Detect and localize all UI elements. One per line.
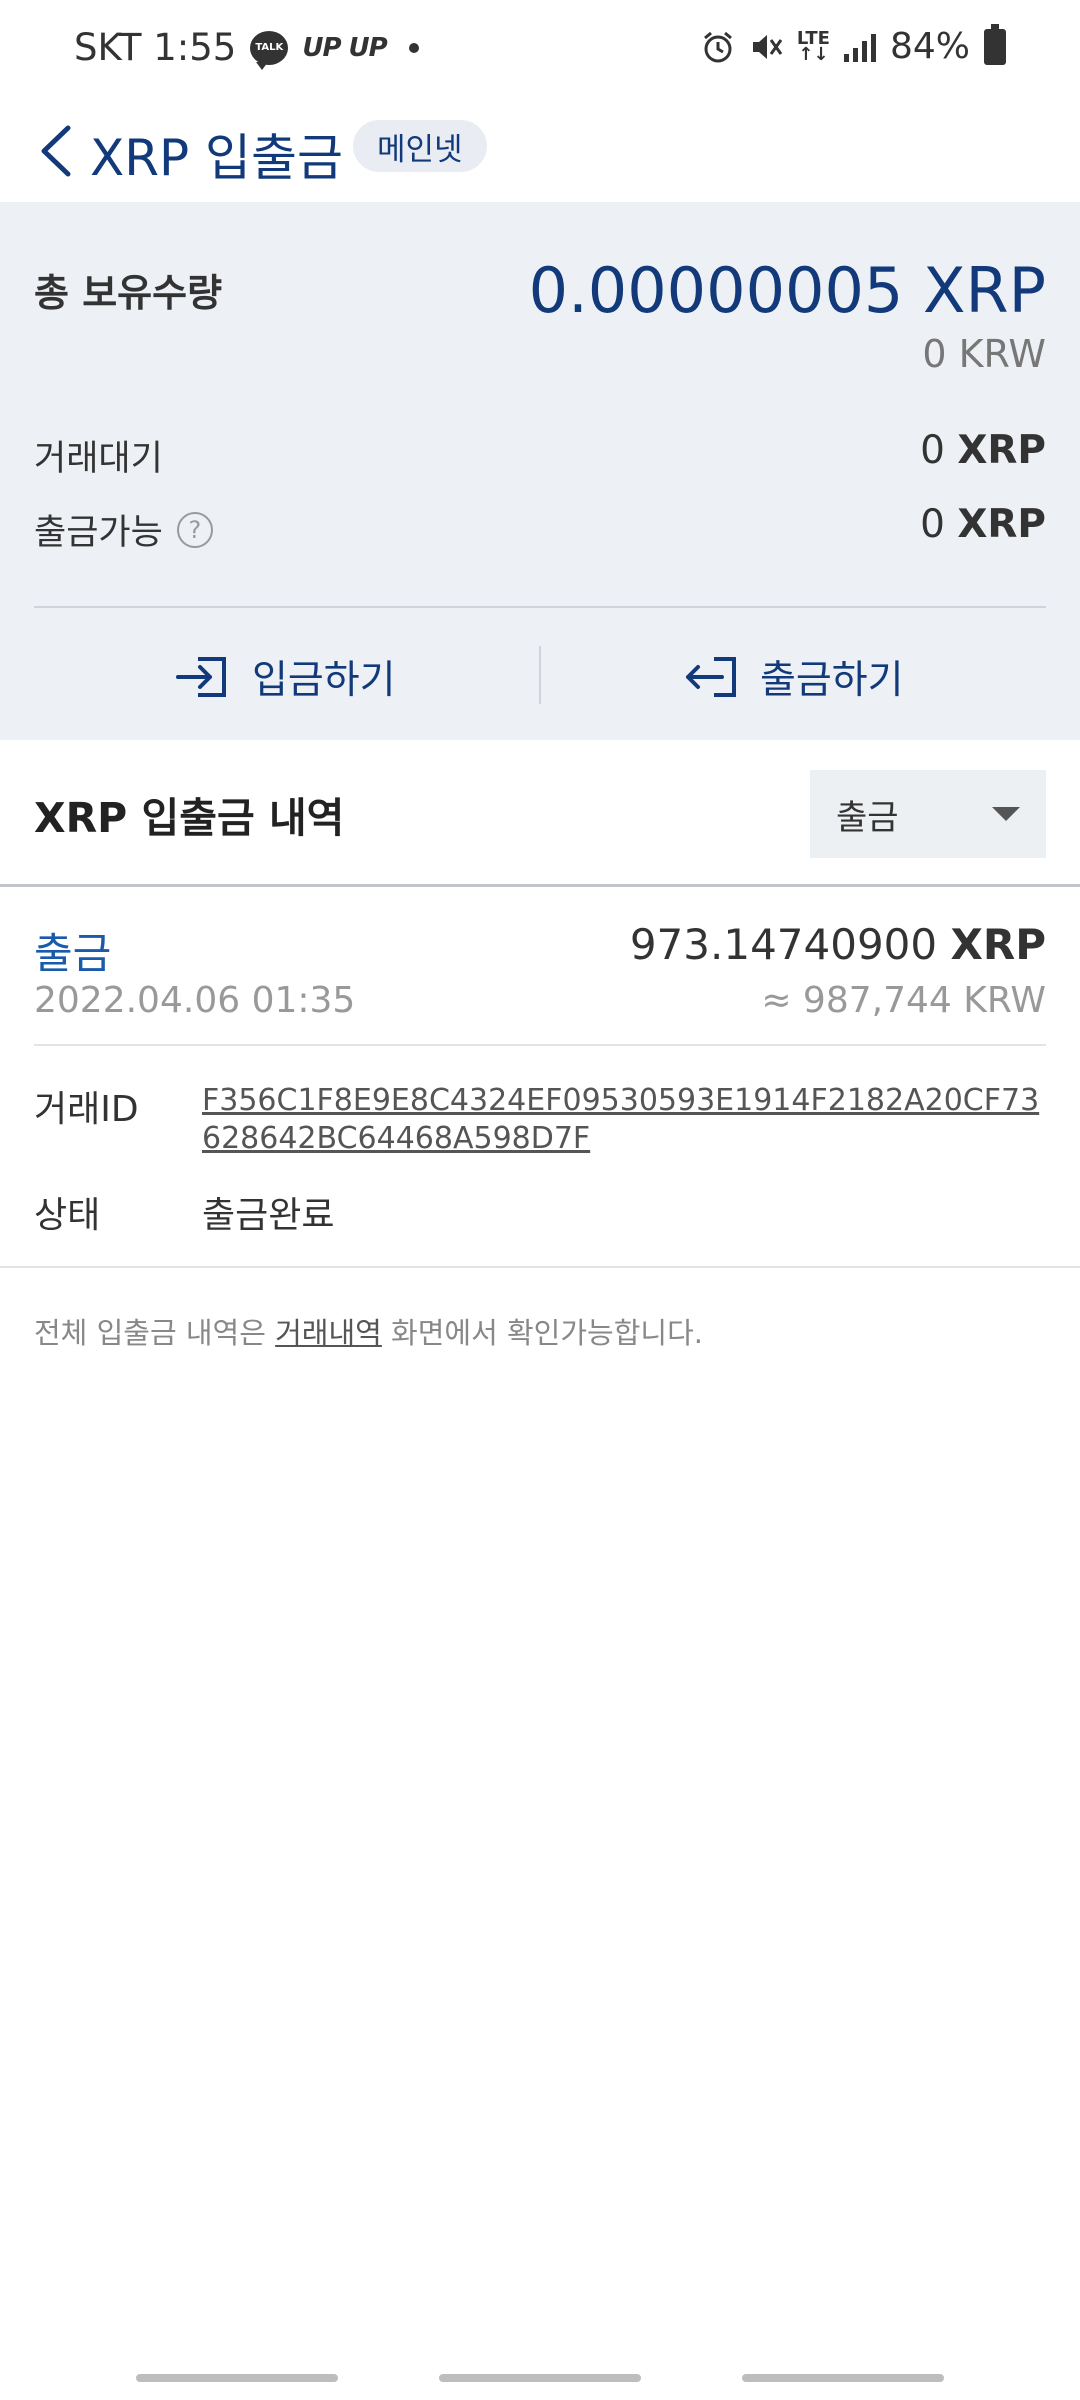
- summary-divider: [34, 606, 1046, 608]
- status-right: LTE ↑↓ 84%: [701, 23, 1006, 67]
- transaction-type: 출금: [34, 929, 112, 978]
- history-title: XRP 입출금 내역: [34, 794, 345, 842]
- status-label: 상태: [34, 1195, 101, 1236]
- history-note: 전체 입출금 내역은 거래내역 화면에서 확인가능합니다.: [34, 1316, 703, 1350]
- deposit-arrow-icon: [176, 657, 226, 697]
- action-divider: [539, 646, 541, 704]
- total-holding-krw: 0 KRW: [922, 332, 1046, 376]
- available-label: 출금가능: [34, 513, 163, 553]
- withdraw-button[interactable]: 출금하기: [682, 622, 904, 732]
- withdraw-label: 출금하기: [760, 658, 904, 703]
- bottom-divider: [0, 1266, 1080, 1268]
- transaction-history-link[interactable]: 거래내역: [275, 1316, 382, 1350]
- help-circle-icon[interactable]: ?: [176, 511, 213, 548]
- battery-percent: 84%: [889, 26, 970, 67]
- pending-value: 0 XRP: [920, 428, 1046, 473]
- deposit-button[interactable]: 입금하기: [174, 622, 396, 732]
- transaction-amount: 973.14740900 XRP: [629, 920, 1046, 969]
- status-left: SKT 1:55 TALK UP UP: [74, 26, 419, 70]
- mainnet-badge: 메인넷: [353, 120, 487, 172]
- pending-label: 거래대기: [34, 439, 163, 479]
- nav-home-button[interactable]: [439, 2374, 641, 2382]
- total-holding-value: 0.00000005 XRP: [528, 254, 1046, 327]
- back-button[interactable]: [30, 118, 80, 184]
- withdraw-arrow-icon: [686, 657, 736, 697]
- status-value: 출금완료: [202, 1195, 335, 1236]
- chevron-left-icon: [41, 125, 71, 177]
- talk-icon: TALK: [250, 30, 289, 70]
- mute-icon: [752, 34, 783, 59]
- balance-summary: 총 보유수량 0.00000005 XRP 0 KRW 거래대기 0 XRP 출…: [0, 202, 1080, 740]
- status-bar: SKT 1:55 TALK UP UP LTE ↑↓ 84%: [0, 0, 1080, 100]
- deposit-label: 입금하기: [252, 658, 396, 703]
- upup-icon: UP UP: [302, 32, 387, 63]
- txid-link[interactable]: F356C1F8E9E8C4324EF09530593E1914F2182A20…: [202, 1082, 1046, 1158]
- nav-recent-button[interactable]: [136, 2374, 338, 2382]
- lte-icon: LTE ↑↓: [796, 27, 830, 65]
- transaction-date: 2022.04.06 01:35: [34, 980, 356, 1021]
- history-filter-select[interactable]: 출금: [810, 770, 1046, 858]
- total-holding-label: 총 보유수량: [34, 271, 223, 315]
- carrier-time: SKT 1:55: [74, 26, 237, 69]
- transaction-krw: ≈ 987,744 KRW: [761, 980, 1046, 1021]
- filter-value: 출금: [836, 797, 899, 838]
- app-header: XRP 입출금 메인넷: [0, 100, 1080, 202]
- history-divider: [0, 884, 1080, 887]
- battery-icon: [984, 23, 1006, 65]
- page-title: XRP 입출금: [90, 129, 344, 187]
- notification-dot-icon: [408, 42, 419, 53]
- available-row-label: 출금가능 ?: [34, 504, 213, 555]
- alarm-icon: [703, 31, 732, 62]
- available-value: 0 XRP: [920, 502, 1046, 547]
- txid-label: 거래ID: [34, 1089, 139, 1130]
- nav-back-button[interactable]: [742, 2374, 944, 2382]
- transaction-divider: [34, 1044, 1046, 1046]
- dropdown-arrow-icon: [992, 807, 1020, 821]
- signal-icon: [843, 32, 876, 62]
